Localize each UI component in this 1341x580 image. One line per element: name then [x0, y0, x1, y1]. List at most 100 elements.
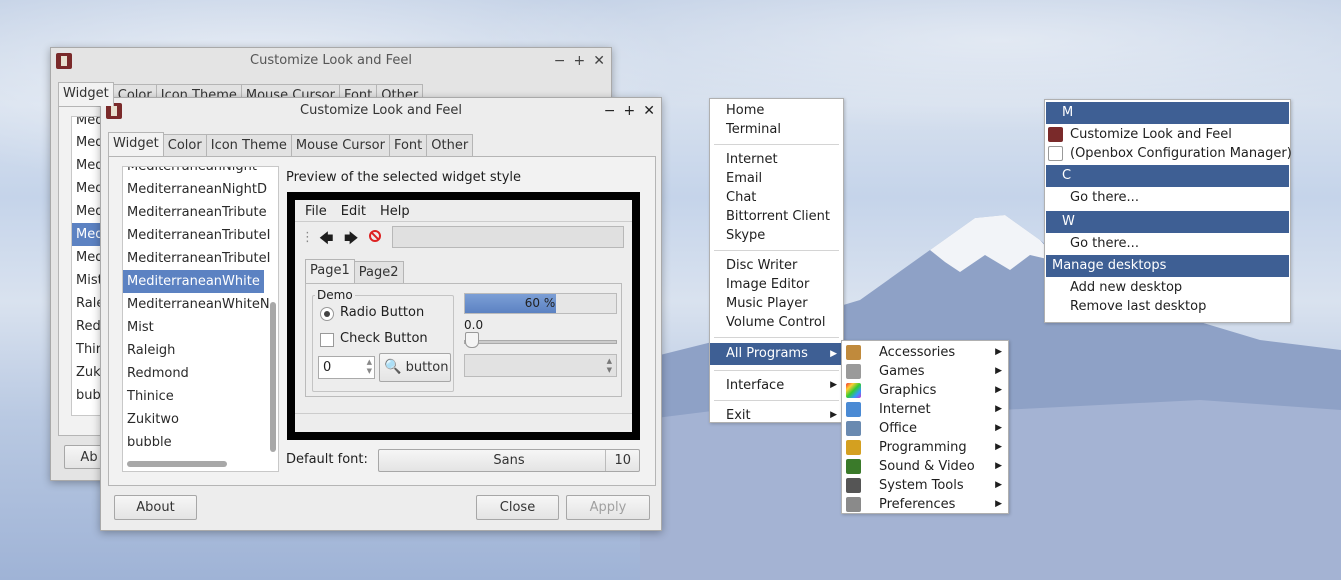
list-item-selected[interactable]: MediterraneanWhite	[123, 270, 264, 293]
list-item[interactable]: Redmond	[123, 362, 278, 385]
font-size: 10	[605, 450, 631, 471]
font-button[interactable]: Sans 10	[378, 449, 640, 472]
submenu-item-programming[interactable]: Programming ▶	[842, 438, 1008, 457]
submenu-arrow-icon: ▶	[830, 410, 837, 420]
submenu-arrow-icon: ▶	[995, 423, 1002, 433]
preview-menu-edit[interactable]: Edit	[341, 204, 366, 221]
desktop-header-c: C	[1046, 165, 1289, 187]
menu-item-terminal[interactable]: Terminal	[710, 120, 843, 139]
go-there-w[interactable]: Go there...	[1045, 234, 1290, 253]
list-item[interactable]: MediterraneanNightD	[123, 178, 278, 201]
submenu-item-sound-video[interactable]: Sound & Video ▶	[842, 457, 1008, 476]
list-item[interactable]: MediterraneanWhiteN	[123, 293, 278, 316]
submenu-item-preferences[interactable]: Preferences ▶	[842, 495, 1008, 514]
spin-arrows-icon[interactable]: ▲ ▼	[367, 358, 372, 376]
tab-icon-theme[interactable]: Icon Theme	[205, 134, 292, 156]
maximize-icon[interactable]: +	[574, 48, 586, 74]
menu-item-skype[interactable]: Skype	[710, 226, 843, 245]
submenu-item-graphics[interactable]: Graphics ▶	[842, 381, 1008, 400]
list-item[interactable]: MediterraneanTribute	[123, 201, 278, 224]
list-item[interactable]: Zukitwo	[123, 408, 278, 431]
check-button[interactable]	[320, 333, 334, 347]
window-item-customize[interactable]: Customize Look and Feel	[1045, 125, 1290, 144]
stop-icon[interactable]	[369, 230, 381, 242]
menu-item-interface[interactable]: Interface ▶	[710, 376, 843, 395]
menu-item-home[interactable]: Home	[710, 101, 843, 120]
minimize-icon[interactable]: −	[554, 48, 566, 74]
theme-list[interactable]: MediterraneanNight MediterraneanNightD M…	[122, 166, 279, 472]
combo-box[interactable]: ▲ ▼	[464, 354, 617, 377]
font-name: Sans	[493, 453, 525, 468]
menu-item-volume-control[interactable]: Volume Control	[710, 313, 843, 332]
horizontal-scrollbar[interactable]	[127, 461, 227, 467]
tab-color[interactable]: Color	[162, 134, 207, 156]
tab-widget[interactable]: Widget	[108, 132, 164, 156]
back-arrow-icon[interactable]: 🡄	[319, 228, 333, 252]
check-label[interactable]: Check Button	[340, 331, 428, 346]
close-icon[interactable]: ✕	[593, 48, 605, 74]
submenu-item-games[interactable]: Games ▶	[842, 362, 1008, 381]
preferences-icon	[846, 497, 861, 512]
tab-widget[interactable]: Widget	[58, 82, 114, 106]
spin-button[interactable]: 0 ▲ ▼	[318, 356, 375, 379]
submenu-item-accessories[interactable]: Accessories ▶	[842, 343, 1008, 362]
menu-item-music-player[interactable]: Music Player	[710, 294, 843, 313]
forward-arrow-icon[interactable]: 🡆	[344, 228, 358, 252]
radio-label[interactable]: Radio Button	[340, 305, 424, 320]
preview-tab-page1[interactable]: Page1	[305, 259, 355, 283]
preview-tab-page2[interactable]: Page2	[353, 261, 404, 283]
submenu-arrow-icon: ▶	[995, 461, 1002, 471]
close-button[interactable]: Close	[476, 495, 559, 520]
menu-item-all-programs[interactable]: All Programs ▶	[710, 343, 843, 365]
about-button[interactable]: About	[114, 495, 197, 520]
vertical-scrollbar[interactable]	[270, 302, 276, 452]
demo-button[interactable]: 🔍 button	[379, 353, 451, 382]
tab-mouse-cursor[interactable]: Mouse Cursor	[290, 134, 390, 156]
window-item-openbox[interactable]: (Openbox Configuration Manager)	[1045, 144, 1292, 163]
go-there-c[interactable]: Go there...	[1045, 188, 1290, 207]
minimize-icon[interactable]: −	[604, 98, 616, 124]
submenu-item-internet[interactable]: Internet ▶	[842, 400, 1008, 419]
interface-label: Interface	[726, 378, 785, 393]
list-item[interactable]: Mist	[123, 316, 278, 339]
tab-other[interactable]: Other	[426, 134, 474, 156]
menu-item-chat[interactable]: Chat	[710, 188, 843, 207]
menu-item-internet[interactable]: Internet	[710, 150, 843, 169]
app-menu: Home Terminal Internet Email Chat Bittor…	[709, 98, 844, 423]
submenu-label: Sound & Video	[879, 459, 975, 474]
list-item[interactable]: Raleigh	[123, 339, 278, 362]
progress-text: 60 %	[524, 296, 556, 310]
submenu-item-system-tools[interactable]: System Tools ▶	[842, 476, 1008, 495]
back-window-titlebar[interactable]: Customize Look and Feel − + ✕	[51, 48, 611, 74]
list-item[interactable]: MediterraneanNight	[123, 167, 278, 178]
menu-item-email[interactable]: Email	[710, 169, 843, 188]
list-item[interactable]: Thinice	[123, 385, 278, 408]
sound-video-icon	[846, 459, 861, 474]
preview-frame: File Edit Help ⋮ 🡄 🡆 Page1 Page2 Demo Ra…	[287, 192, 640, 440]
preview-menu-file[interactable]: File	[305, 204, 327, 221]
list-item[interactable]: MediterraneanTributeI	[123, 247, 278, 270]
apply-button[interactable]: Apply	[566, 495, 650, 520]
preview-location-entry[interactable]	[392, 226, 624, 248]
menu-item-bittorrent[interactable]: Bittorrent Client	[710, 207, 843, 226]
list-item[interactable]: bubble	[123, 431, 278, 454]
radio-button[interactable]	[320, 307, 334, 321]
scale-track[interactable]	[464, 340, 617, 344]
app-icon	[56, 53, 72, 69]
scale-slider[interactable]	[465, 332, 479, 348]
tab-font[interactable]: Font	[388, 134, 428, 156]
list-item[interactable]: MediterraneanTributeI	[123, 224, 278, 247]
close-icon[interactable]: ✕	[643, 98, 655, 124]
preview-menu-help[interactable]: Help	[380, 204, 410, 221]
front-window-titlebar[interactable]: Customize Look and Feel − + ✕	[101, 98, 661, 124]
add-desktop-item[interactable]: Add new desktop	[1045, 278, 1290, 297]
maximize-icon[interactable]: +	[624, 98, 636, 124]
menu-item-exit[interactable]: Exit ▶	[710, 406, 843, 425]
menu-item-image-editor[interactable]: Image Editor	[710, 275, 843, 294]
graphics-icon	[846, 383, 861, 398]
all-programs-label: All Programs	[726, 346, 808, 361]
menu-item-disc-writer[interactable]: Disc Writer	[710, 256, 843, 275]
combo-arrows-icon: ▲ ▼	[606, 357, 612, 374]
remove-desktop-item[interactable]: Remove last desktop	[1045, 297, 1290, 316]
submenu-item-office[interactable]: Office ▶	[842, 419, 1008, 438]
